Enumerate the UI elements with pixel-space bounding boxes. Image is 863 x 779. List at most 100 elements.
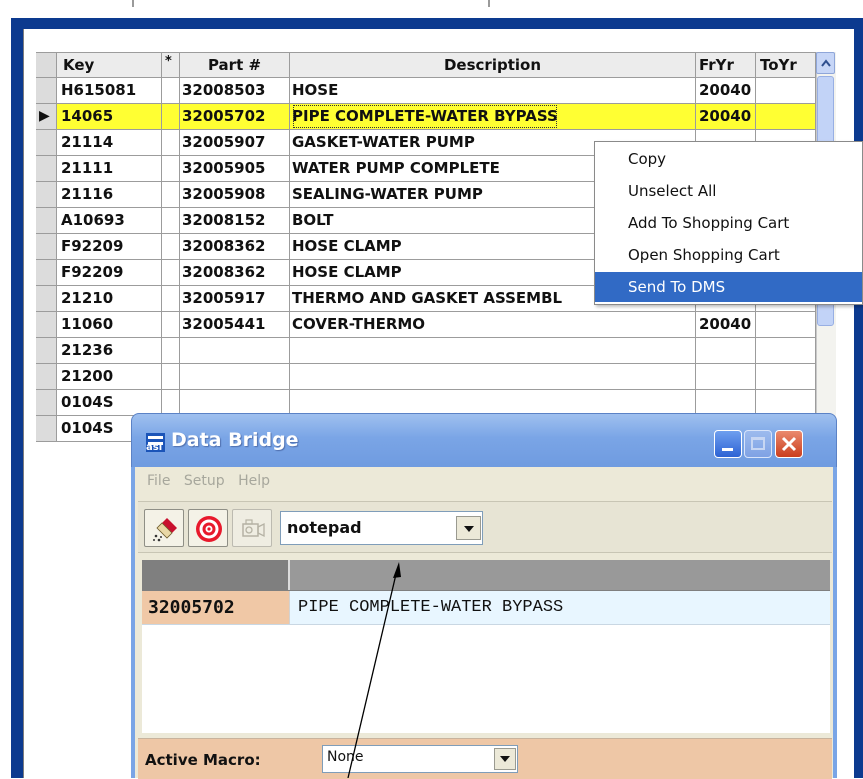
star-cell: [162, 156, 180, 182]
from-year-cell: 20040: [696, 104, 756, 130]
bridge-part-number: 32005702: [142, 591, 290, 624]
table-row[interactable]: 11060 32005441 COVER-THERMO 20040: [36, 312, 833, 338]
from-year-cell: [696, 364, 756, 390]
target-icon: [196, 516, 222, 542]
close-icon: [781, 436, 797, 452]
table-row[interactable]: ▶ 14065 32005702 PIPE COMPLETE-WATER BYPASS…: [36, 104, 833, 130]
star-cell: [162, 234, 180, 260]
menu-setup[interactable]: Setup: [184, 473, 225, 489]
table-row[interactable]: H615081 32008503 HOSE 20040: [36, 78, 833, 104]
scroll-up-button[interactable]: [816, 52, 835, 74]
to-year-cell: [756, 104, 816, 130]
ctx-open-cart[interactable]: Open Shopping Cart: [595, 240, 862, 270]
table-row[interactable]: 21236: [36, 338, 833, 364]
menu-file[interactable]: File: [147, 473, 170, 489]
bridge-description: PIPE COMPLETE-WATER BYPASS: [298, 598, 564, 617]
capture-button[interactable]: [232, 509, 272, 547]
star-cell: [162, 78, 180, 104]
row-indicator: [36, 208, 57, 234]
active-macro-value: None: [327, 749, 364, 765]
maximize-icon: [751, 437, 765, 450]
row-indicator: [36, 234, 57, 260]
star-cell: [162, 104, 180, 130]
row-indicator: [36, 312, 57, 338]
ctx-unselect-all[interactable]: Unselect All: [595, 176, 862, 206]
part-number-cell: [180, 338, 290, 364]
bridge-table-row[interactable]: 32005702 PIPE COMPLETE-WATER BYPASS: [142, 590, 830, 625]
active-macro-dropdown[interactable]: None: [322, 745, 518, 773]
divider-mark: [488, 0, 490, 7]
part-number-cell: 32005917: [180, 286, 290, 312]
row-indicator: [36, 156, 57, 182]
target-button[interactable]: [188, 509, 228, 547]
bridge-table-header: [142, 560, 830, 590]
part-number-cell: 32008362: [180, 260, 290, 286]
star-cell: [162, 286, 180, 312]
ctx-add-to-cart[interactable]: Add To Shopping Cart: [595, 208, 862, 238]
row-indicator: [36, 78, 57, 104]
key-cell: 21236: [57, 338, 162, 364]
maximize-button[interactable]: [744, 430, 772, 458]
clear-button[interactable]: [144, 509, 184, 547]
header-to-year[interactable]: ToYr: [756, 52, 816, 78]
row-indicator: [36, 390, 57, 416]
part-number-cell: 32008503: [180, 78, 290, 104]
ctx-copy[interactable]: Copy: [595, 144, 862, 174]
dropdown-button[interactable]: [456, 516, 481, 540]
description-cell: [290, 364, 696, 390]
description-cell: HOSE: [290, 78, 696, 104]
from-year-cell: 20040: [696, 312, 756, 338]
macro-bar: Active Macro: None: [138, 738, 832, 779]
key-cell: 21116: [57, 182, 162, 208]
key-cell: H615081: [57, 78, 162, 104]
macro-dropdown-button[interactable]: [494, 748, 516, 770]
part-number-cell: 32005905: [180, 156, 290, 182]
row-indicator: ▶: [36, 104, 57, 130]
chevron-down-icon: [500, 756, 510, 762]
close-button[interactable]: [775, 430, 803, 458]
header-from-year[interactable]: FrYr: [696, 52, 756, 78]
part-number-cell: 32005441: [180, 312, 290, 338]
key-cell: 11060: [57, 312, 162, 338]
bridge-table-body: 32005702 PIPE COMPLETE-WATER BYPASS: [142, 590, 830, 733]
data-bridge-window: asi Data Bridge File Setup Help notepad …: [131, 413, 837, 779]
target-app-dropdown[interactable]: notepad: [280, 511, 483, 545]
star-cell: [162, 312, 180, 338]
table-row[interactable]: 21200: [36, 364, 833, 390]
header-key[interactable]: Key: [57, 52, 162, 78]
bridge-header-col1: [142, 560, 290, 590]
menu-bar: File Setup Help: [147, 473, 279, 489]
to-year-cell: [756, 78, 816, 104]
camera-icon: [242, 519, 265, 538]
from-year-cell: 20040: [696, 78, 756, 104]
description-cell: [290, 338, 696, 364]
key-cell: 21200: [57, 364, 162, 390]
part-number-cell: 32005702: [180, 104, 290, 130]
toolbar: notepad: [138, 501, 832, 553]
ctx-send-to-dms[interactable]: Send To DMS: [595, 272, 862, 302]
row-indicator: [36, 416, 57, 442]
description-cell: PIPE COMPLETE-WATER BYPASS: [290, 104, 696, 130]
to-year-cell: [756, 364, 816, 390]
app-logo-text: asi: [146, 442, 163, 453]
to-year-cell: [756, 312, 816, 338]
header-star[interactable]: *: [162, 52, 180, 78]
target-app-value: notepad: [287, 518, 362, 537]
header-description[interactable]: Description: [290, 52, 696, 78]
star-cell: [162, 364, 180, 390]
minimize-icon: [722, 448, 733, 451]
star-cell: [162, 260, 180, 286]
to-year-cell: [756, 338, 816, 364]
window-body: File Setup Help notepad 32005702 PIPE CO…: [131, 467, 837, 779]
description-cell: COVER-THERMO: [290, 312, 696, 338]
menu-help[interactable]: Help: [238, 473, 270, 489]
key-cell: F92209: [57, 234, 162, 260]
part-number-cell: [180, 364, 290, 390]
star-cell: [162, 208, 180, 234]
key-cell: A10693: [57, 208, 162, 234]
window-title: Data Bridge: [171, 429, 299, 451]
minimize-button[interactable]: [714, 430, 742, 458]
header-part-number[interactable]: Part #: [180, 52, 290, 78]
part-number-cell: 32008152: [180, 208, 290, 234]
title-bar[interactable]: asi Data Bridge: [131, 413, 837, 467]
